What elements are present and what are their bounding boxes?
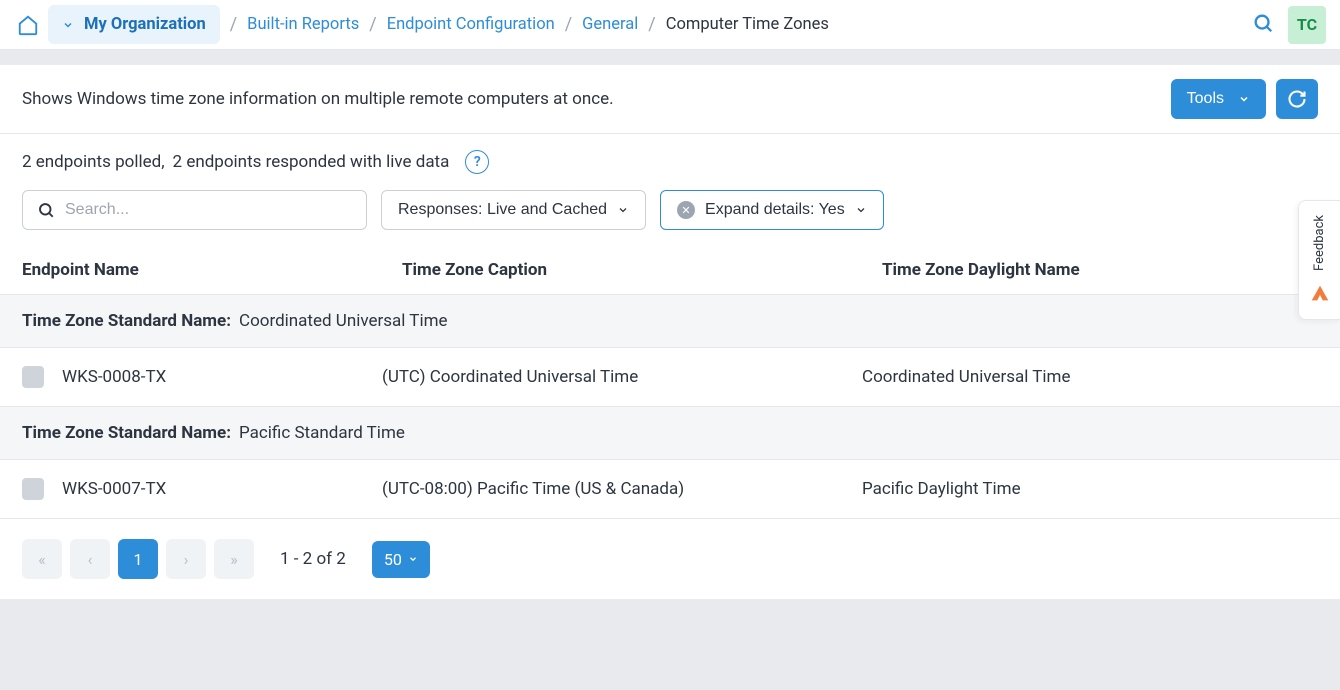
cell-daylight: Pacific Daylight Time xyxy=(862,479,1318,499)
brand-logo-icon xyxy=(1309,283,1331,305)
page-prev[interactable]: ‹ xyxy=(70,539,110,579)
feedback-label: Feedback xyxy=(1312,215,1327,271)
filter-row: Responses: Live and Cached ✕ Expand deta… xyxy=(0,184,1340,246)
tools-dropdown[interactable]: Tools xyxy=(1171,79,1266,119)
table-row: WKS-0007-TX (UTC-08:00) Pacific Time (US… xyxy=(0,460,1340,519)
org-selector[interactable]: My Organization xyxy=(48,5,220,44)
col-caption[interactable]: Time Zone Caption xyxy=(402,260,882,280)
crumb-link-reports[interactable]: Built-in Reports xyxy=(247,15,359,34)
expand-filter[interactable]: ✕ Expand details: Yes xyxy=(660,190,884,230)
table-row: WKS-0008-TX (UTC) Coordinated Universal … xyxy=(0,348,1340,407)
home-icon xyxy=(17,14,39,36)
refresh-icon xyxy=(1287,89,1307,109)
crumb-separator: / xyxy=(648,14,655,35)
group-header: Time Zone Standard Name: Coordinated Uni… xyxy=(0,295,1340,348)
group-value: Coordinated Universal Time xyxy=(239,311,447,331)
cell-endpoint: WKS-0008-TX xyxy=(62,367,166,387)
user-avatar[interactable]: TC xyxy=(1288,6,1326,44)
crumb-link-endpoint[interactable]: Endpoint Configuration xyxy=(387,15,555,34)
org-name: My Organization xyxy=(84,15,206,34)
status-polled: 2 endpoints polled, xyxy=(22,152,165,172)
crumb-current: Computer Time Zones xyxy=(666,15,829,34)
responses-filter[interactable]: Responses: Live and Cached xyxy=(381,190,646,230)
table-header: Endpoint Name Time Zone Caption Time Zon… xyxy=(0,246,1340,295)
responses-filter-label: Responses: Live and Cached xyxy=(398,201,607,219)
search-input[interactable] xyxy=(65,201,352,219)
page-first[interactable]: « xyxy=(22,539,62,579)
row-checkbox[interactable] xyxy=(22,478,44,500)
cell-endpoint: WKS-0007-TX xyxy=(62,479,166,499)
description-bar: Shows Windows time zone information on m… xyxy=(0,65,1340,134)
page-last[interactable]: » xyxy=(214,539,254,579)
cell-caption: (UTC-08:00) Pacific Time (US & Canada) xyxy=(382,479,862,499)
refresh-button[interactable] xyxy=(1276,79,1318,119)
page-number[interactable]: 1 xyxy=(118,539,158,579)
pagination: « ‹ 1 › » 1 - 2 of 2 50 xyxy=(0,519,1340,599)
tools-label: Tools xyxy=(1187,90,1224,108)
page-size-value: 50 xyxy=(384,550,402,569)
chevron-down-icon xyxy=(617,204,629,216)
group-header: Time Zone Standard Name: Pacific Standar… xyxy=(0,407,1340,460)
crumb-link-general[interactable]: General xyxy=(582,15,638,34)
crumb-separator: / xyxy=(565,14,572,35)
clear-filter-icon[interactable]: ✕ xyxy=(677,201,695,219)
group-value: Pacific Standard Time xyxy=(239,423,405,443)
group-label: Time Zone Standard Name: xyxy=(22,311,231,331)
page-next[interactable]: › xyxy=(166,539,206,579)
search-icon xyxy=(1252,12,1274,34)
breadcrumb-bar: My Organization / Built-in Reports / End… xyxy=(0,0,1340,50)
chevron-down-icon xyxy=(408,554,418,564)
status-row: 2 endpoints polled, 2 endpoints responde… xyxy=(0,134,1340,184)
help-button[interactable]: ? xyxy=(465,150,489,174)
expand-filter-label: Expand details: Yes xyxy=(705,201,845,219)
search-box[interactable] xyxy=(22,190,367,230)
chevron-down-icon xyxy=(855,204,867,216)
search-icon xyxy=(37,201,55,219)
chevron-down-icon xyxy=(1238,93,1250,105)
cell-caption: (UTC) Coordinated Universal Time xyxy=(382,367,862,387)
status-responded: 2 endpoints responded with live data xyxy=(173,152,450,172)
global-search-button[interactable] xyxy=(1252,12,1274,38)
crumb-separator: / xyxy=(369,14,376,35)
row-checkbox[interactable] xyxy=(22,366,44,388)
feedback-tab[interactable]: Feedback xyxy=(1298,200,1340,320)
page-range: 1 - 2 of 2 xyxy=(280,549,346,569)
home-button[interactable] xyxy=(14,11,42,39)
cell-daylight: Coordinated Universal Time xyxy=(862,367,1318,387)
col-daylight[interactable]: Time Zone Daylight Name xyxy=(882,260,1318,280)
crumb-separator: / xyxy=(230,14,237,35)
group-label: Time Zone Standard Name: xyxy=(22,423,231,443)
chevron-down-icon xyxy=(62,19,74,31)
page-size-selector[interactable]: 50 xyxy=(372,541,430,578)
col-endpoint[interactable]: Endpoint Name xyxy=(22,260,402,280)
report-description: Shows Windows time zone information on m… xyxy=(22,89,614,109)
